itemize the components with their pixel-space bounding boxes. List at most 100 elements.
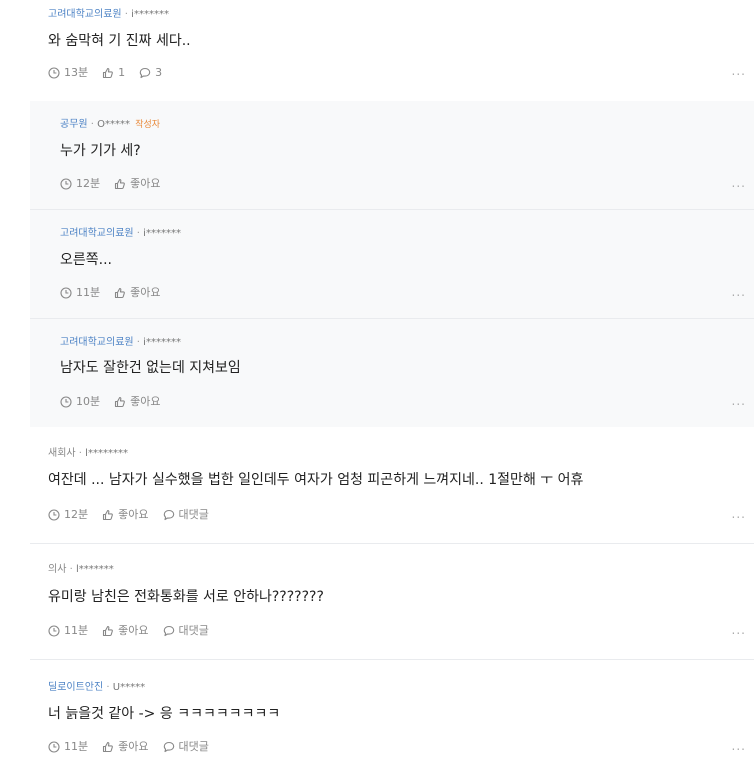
username: O***** (97, 119, 131, 130)
comment-stats: 11분 좋아요 대댓글 (48, 624, 223, 638)
thumbs-up-icon (103, 741, 114, 753)
reply-button[interactable]: 대댓글 (163, 624, 209, 638)
company-link[interactable]: 공무원 (60, 119, 88, 130)
comment-meta: 고려대학교의료원 · i******* (60, 228, 181, 240)
comment-meta: 의사 · l******* (48, 564, 114, 576)
meta-separator: · (106, 682, 110, 693)
comment-item: 의사 · l******* 유미랑 남친은 전화통화를 서로 안하나??????… (0, 544, 754, 659)
like-button[interactable]: 좋아요 (114, 177, 161, 191)
clock-icon (48, 625, 60, 637)
comment-text: 여잔데 ... 남자가 실수했을 법한 일인데두 여자가 엄청 피곤하게 느껴지… (48, 472, 584, 488)
company-link[interactable]: 고려대학교의료원 (60, 228, 134, 239)
reply-button[interactable]: 대댓글 (163, 508, 209, 522)
like-count: 1 (118, 66, 126, 79)
thumbs-up-icon (103, 509, 114, 521)
speech-bubble-icon (163, 625, 174, 637)
username: i******* (131, 9, 169, 20)
timestamp: 12분 (60, 177, 100, 191)
reply-item: 고려대학교의료원 · i******* 오른쪽... 11분 좋아요 ... (30, 210, 754, 318)
timestamp: 11분 (48, 624, 88, 638)
comment-stats: 13분 1 3 (48, 66, 176, 80)
reply-item: 공무원 · O***** 작성자 누가 기가 세? 12분 좋아요 ... (30, 101, 754, 209)
more-options-button[interactable]: ... (732, 64, 746, 78)
like-label: 좋아요 (118, 508, 149, 521)
more-options-button[interactable]: ... (732, 176, 746, 190)
like-button[interactable]: 좋아요 (102, 740, 149, 754)
comment-text: 유미랑 남친은 전화통화를 서로 안하나??????? (48, 589, 324, 605)
meta-separator: · (78, 448, 82, 459)
more-options-button[interactable]: ... (732, 507, 746, 521)
speech-bubble-icon (163, 509, 174, 521)
username: i******* (143, 228, 181, 239)
comment-text: 너 늙을것 같아 -> 응 ㅋㅋㅋㅋㅋㅋㅋㅋ (48, 706, 281, 722)
comment-stats: 12분 좋아요 (60, 177, 175, 191)
like-button[interactable]: 좋아요 (114, 395, 161, 409)
company-link[interactable]: 새회사 (48, 448, 76, 459)
thumbs-up-icon (115, 178, 126, 190)
time-label: 11분 (76, 286, 101, 299)
reply-button[interactable]: 3 (139, 66, 162, 80)
comment-stats: 10분 좋아요 (60, 395, 175, 409)
username: l******* (75, 564, 114, 575)
reply-button[interactable]: 대댓글 (163, 740, 209, 754)
like-button[interactable]: 좋아요 (102, 508, 149, 522)
meta-separator: · (136, 337, 140, 348)
company-link[interactable]: 의사 (48, 564, 66, 575)
comment-text: 누가 기가 세? (60, 143, 141, 159)
comment-meta: 새회사 · l******** (48, 448, 128, 460)
clock-icon (60, 396, 72, 408)
like-label: 좋아요 (130, 395, 161, 408)
reply-label: 대댓글 (178, 624, 209, 637)
timestamp: 11분 (60, 286, 100, 300)
username: l******** (85, 448, 128, 459)
clock-icon (48, 509, 60, 521)
reply-label: 대댓글 (178, 508, 209, 521)
comment-meta: 고려대학교의료원 · i******* (60, 337, 181, 349)
timestamp: 13분 (48, 66, 88, 80)
comment-stats: 12분 좋아요 대댓글 (48, 508, 223, 522)
speech-bubble-icon (163, 741, 174, 753)
meta-separator: · (124, 9, 128, 20)
like-label: 좋아요 (130, 177, 161, 190)
comment-meta: 공무원 · O***** 작성자 (60, 119, 160, 131)
comment-item: 새회사 · l******** 여잔데 ... 남자가 실수했을 법한 일인데두… (0, 428, 754, 543)
time-label: 12분 (64, 508, 89, 521)
meta-separator: · (136, 228, 140, 239)
clock-icon (60, 287, 72, 299)
comment-item: 딜로이트안진 · U***** 너 늙을것 같아 -> 응 ㅋㅋㅋㅋㅋㅋㅋㅋ 1… (0, 660, 754, 761)
like-label: 좋아요 (118, 740, 149, 753)
thumbs-up-icon (103, 625, 114, 637)
comment-text: 와 숨막혀 기 진짜 세다.. (48, 33, 191, 49)
more-options-button[interactable]: ... (732, 394, 746, 408)
thumbs-up-icon (115, 396, 126, 408)
timestamp: 11분 (48, 740, 88, 754)
meta-separator: · (90, 119, 94, 130)
clock-icon (48, 741, 60, 753)
comment-meta: 고려대학교의료원 · i******* (48, 9, 169, 21)
more-options-button[interactable]: ... (732, 739, 746, 753)
comment-text: 남자도 잘한건 없는데 지쳐보임 (60, 360, 241, 376)
time-label: 11분 (64, 740, 89, 753)
author-badge: 작성자 (135, 120, 161, 130)
company-link[interactable]: 고려대학교의료원 (60, 337, 134, 348)
reply-item: 고려대학교의료원 · i******* 남자도 잘한건 없는데 지쳐보임 10분… (30, 319, 754, 427)
time-label: 12분 (76, 177, 101, 190)
like-label: 좋아요 (118, 624, 149, 637)
time-label: 10분 (76, 395, 101, 408)
username: i******* (143, 337, 181, 348)
comment-item: 고려대학교의료원 · i******* 와 숨막혀 기 진짜 세다.. 13분 … (0, 0, 754, 100)
more-options-button[interactable]: ... (732, 623, 746, 637)
like-button[interactable]: 1 (102, 66, 125, 80)
company-link[interactable]: 고려대학교의료원 (48, 9, 122, 20)
more-options-button[interactable]: ... (732, 285, 746, 299)
clock-icon (48, 67, 60, 79)
meta-separator: · (69, 564, 73, 575)
like-button[interactable]: 좋아요 (114, 286, 161, 300)
timestamp: 10분 (60, 395, 100, 409)
comment-meta: 딜로이트안진 · U***** (48, 682, 145, 694)
speech-bubble-icon (139, 67, 151, 79)
like-button[interactable]: 좋아요 (102, 624, 149, 638)
username: U***** (112, 682, 146, 693)
company-link[interactable]: 딜로이트안진 (48, 682, 103, 693)
thumbs-up-icon (103, 67, 114, 79)
